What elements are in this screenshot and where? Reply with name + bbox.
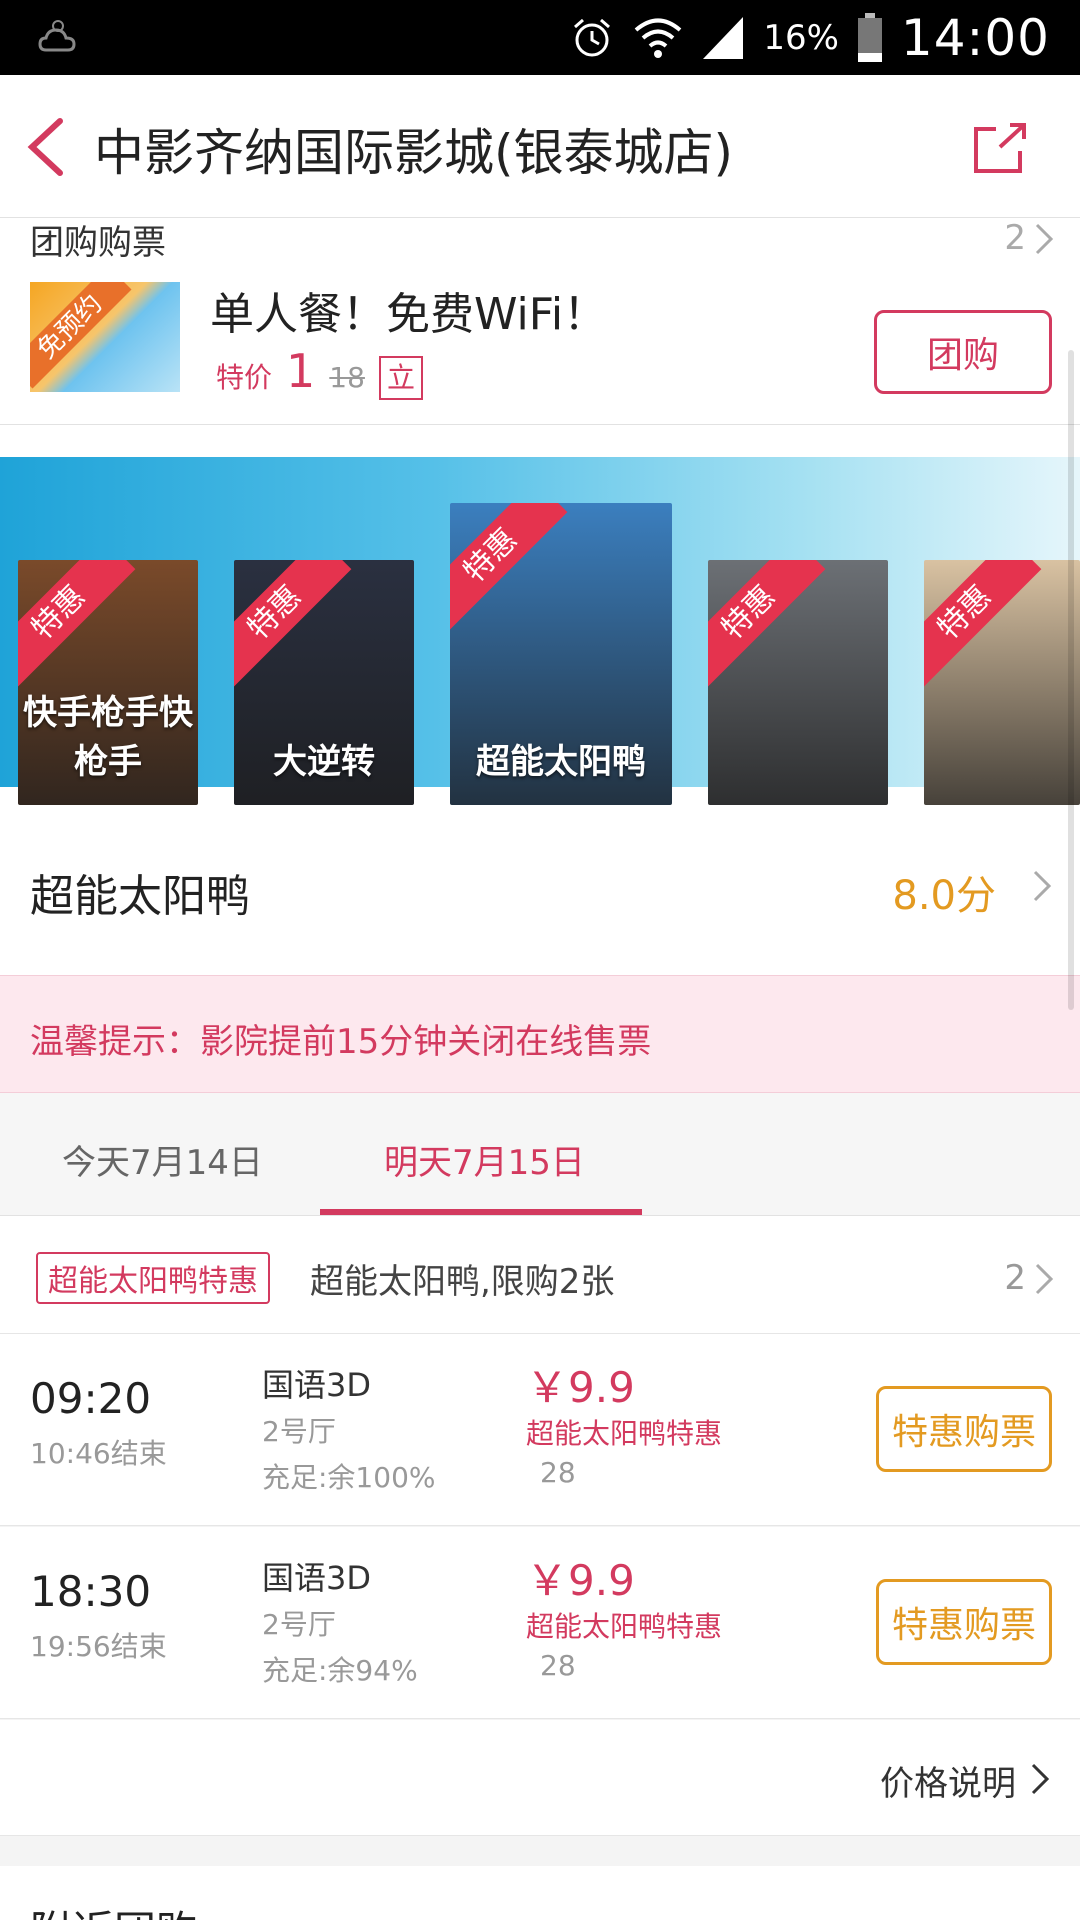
showtime-row[interactable]: 18:30 19:56结束 国语3D 2号厅 充足:余94% ￥9.9 超能太阳… xyxy=(0,1527,1080,1719)
share-icon[interactable] xyxy=(970,117,1030,177)
group-count[interactable]: 2 xyxy=(1004,218,1026,258)
language-format: 国语3D xyxy=(262,1366,372,1404)
thumb-badge: 免预约 xyxy=(30,282,132,389)
movie-poster-selected[interactable]: 特惠 超能太阳鸭 xyxy=(450,503,672,805)
signal-icon xyxy=(703,17,744,59)
movie-poster[interactable]: 特惠 xyxy=(924,560,1080,805)
clock: 14:00 xyxy=(900,9,1050,67)
ticket-price: ￥9.9 xyxy=(526,1556,635,1605)
end-time: 10:46结束 xyxy=(30,1437,167,1470)
deal-thumbnail[interactable]: 免预约 xyxy=(30,282,180,392)
start-time: 09:20 xyxy=(30,1374,152,1423)
promo-tag: 超能太阳鸭特惠 xyxy=(36,1252,270,1304)
showtime-row[interactable]: 09:20 10:46结束 国语3D 2号厅 充足:余100% ￥9.9 超能太… xyxy=(0,1334,1080,1526)
movie-info-row[interactable]: 超能太阳鸭 8.0分 xyxy=(0,805,1080,975)
price-explanation-row[interactable]: 价格说明 xyxy=(0,1720,1080,1836)
nearby-section: 附近团购 xyxy=(0,1866,1080,1920)
notice-banner: 温馨提示：影院提前15分钟关闭在线售票 xyxy=(0,975,1080,1093)
language-format: 国语3D xyxy=(262,1559,372,1597)
discount-ribbon: 特惠 xyxy=(450,503,568,633)
poster-title: 快手枪手快枪手 xyxy=(23,693,193,782)
battery-percent: 16% xyxy=(763,18,839,58)
notice-text: 温馨提示：影院提前15分钟关闭在线售票 xyxy=(30,1022,652,1062)
active-tab-indicator xyxy=(320,1209,642,1215)
promo-label: 超能太阳鸭特惠 xyxy=(526,1610,723,1643)
movie-score: 8.0分 xyxy=(892,873,996,919)
seat-availability: 充足:余94% xyxy=(262,1654,418,1687)
discount-ribbon: 特惠 xyxy=(708,560,826,690)
hall: 2号厅 xyxy=(262,1608,336,1641)
original-price: 28 xyxy=(540,1649,576,1682)
tab-today[interactable]: 今天7月14日 xyxy=(62,1135,263,1184)
end-time: 19:56结束 xyxy=(30,1630,167,1663)
status-icons: 16% 14:00 xyxy=(569,6,1050,70)
promo-label: 超能太阳鸭特惠 xyxy=(526,1417,723,1450)
instant-tag: 立 xyxy=(378,356,423,400)
wifi-icon xyxy=(635,18,682,58)
deal-price: 1 xyxy=(286,344,316,398)
price-explanation-link[interactable]: 价格说明 xyxy=(880,1756,1016,1805)
status-bar: 16% 14:00 xyxy=(0,0,1080,75)
discount-ribbon: 特惠 xyxy=(18,560,136,690)
tab-tomorrow[interactable]: 明天7月15日 xyxy=(384,1135,585,1184)
poster-title: 大逆转 xyxy=(273,742,375,782)
app-header: 中影齐纳国际影城(银泰城店) xyxy=(0,75,1080,218)
chevron-right-icon[interactable] xyxy=(1034,1262,1054,1296)
section-title: 团购购票 xyxy=(30,223,166,263)
page-title: 中影齐纳国际影城(银泰城店) xyxy=(94,124,734,182)
movie-name: 超能太阳鸭 xyxy=(30,871,250,922)
alarm-icon xyxy=(574,18,611,57)
promo-row[interactable]: 超能太阳鸭特惠 超能太阳鸭,限购2张 2 xyxy=(0,1216,1080,1334)
hall: 2号厅 xyxy=(262,1415,336,1448)
deal-price-row: 特价 1 18 立 xyxy=(216,344,423,400)
discount-ribbon: 特惠 xyxy=(234,560,352,690)
movie-poster[interactable]: 特惠 快手枪手快枪手 xyxy=(18,560,198,805)
weather-icon xyxy=(38,20,76,52)
scrollbar[interactable] xyxy=(1068,350,1074,1010)
buy-ticket-button[interactable]: 特惠购票 xyxy=(876,1386,1052,1472)
section-title: 附近团购 xyxy=(30,1898,198,1920)
back-icon[interactable] xyxy=(24,115,68,179)
group-buy-section: 团购购票 2 免预约 单人餐！免费WiFi！ 特价 1 18 立 团购 xyxy=(0,218,1080,425)
original-price: 18 xyxy=(329,361,365,394)
deal-name[interactable]: 单人餐！免费WiFi！ xyxy=(210,278,607,342)
movie-poster[interactable]: 特惠 xyxy=(708,560,888,805)
special-label: 特价 xyxy=(216,361,273,394)
date-tabs: 今天7月14日 明天7月15日 xyxy=(0,1093,1080,1216)
discount-ribbon: 特惠 xyxy=(924,560,1042,690)
movie-poster[interactable]: 特惠 大逆转 xyxy=(234,560,414,805)
seat-availability: 充足:余100% xyxy=(262,1461,436,1494)
ticket-price: ￥9.9 xyxy=(526,1363,635,1412)
promo-count: 2 xyxy=(1004,1258,1026,1298)
poster-title: 超能太阳鸭 xyxy=(476,742,646,782)
chevron-right-icon[interactable] xyxy=(1032,869,1052,903)
chevron-right-icon[interactable] xyxy=(1034,222,1054,256)
group-buy-button[interactable]: 团购 xyxy=(874,310,1052,394)
poster-carousel[interactable]: 特惠 快手枪手快枪手 特惠 大逆转 特惠 超能太阳鸭 特惠 特惠 xyxy=(0,425,1080,805)
original-price: 28 xyxy=(540,1456,576,1489)
chevron-right-icon[interactable] xyxy=(1030,1762,1050,1796)
buy-ticket-button[interactable]: 特惠购票 xyxy=(876,1579,1052,1665)
battery-icon xyxy=(857,13,882,62)
promo-text: 超能太阳鸭,限购2张 xyxy=(310,1262,615,1302)
start-time: 18:30 xyxy=(30,1567,152,1616)
